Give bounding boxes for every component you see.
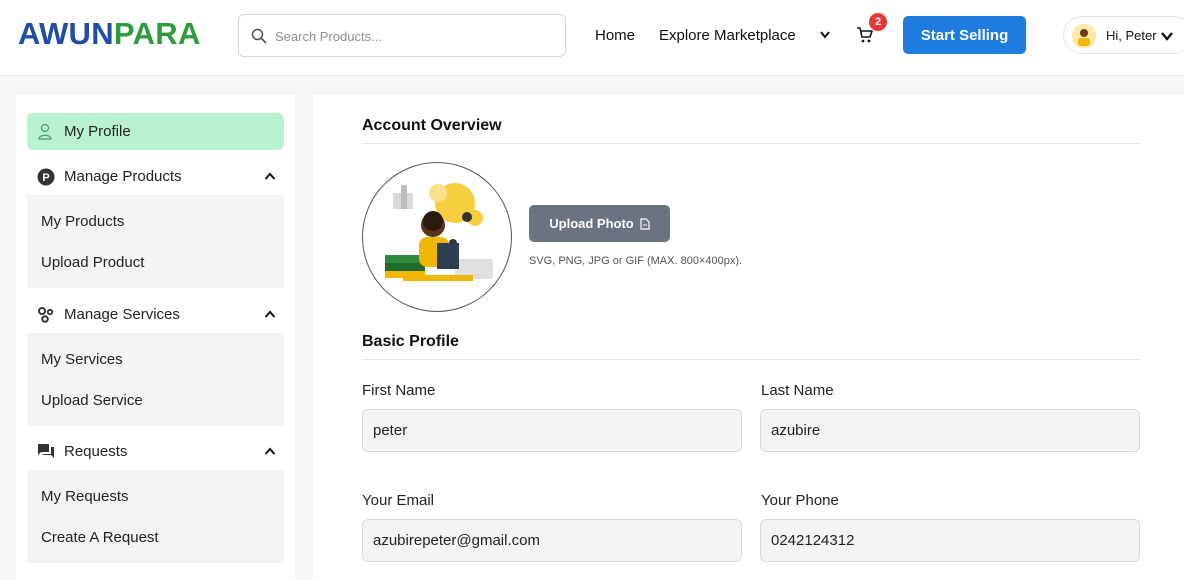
phone-label: Your Phone <box>761 492 839 509</box>
chat-icon <box>38 444 54 458</box>
profile-illustration <box>385 183 493 281</box>
sidebar-item-my-services[interactable]: My Services <box>41 351 123 368</box>
svg-text:P: P <box>42 172 49 184</box>
account-overview-heading: Account Overview <box>362 117 502 134</box>
last-name-label: Last Name <box>761 382 834 399</box>
upload-photo-button[interactable]: Upload Photo <box>529 205 670 242</box>
manage-products-submenu: My Products Upload Product <box>27 195 284 288</box>
phone-field[interactable] <box>760 519 1140 562</box>
gears-icon <box>38 307 54 323</box>
main-content: Account Overview Upload Photo SVG, PNG, … <box>313 95 1184 580</box>
divider <box>362 359 1140 360</box>
sidebar-item-my-requests[interactable]: My Requests <box>41 488 129 505</box>
top-header: AWUNPARA Home Explore Marketplace 2 Star… <box>0 0 1184 76</box>
chevron-up-icon <box>264 172 276 180</box>
first-name-field[interactable] <box>362 409 742 452</box>
sidebar-item-upload-product[interactable]: Upload Product <box>41 254 144 271</box>
upload-photo-label: Upload Photo <box>549 216 634 231</box>
chevron-down-icon <box>1161 32 1173 41</box>
p-circle-icon: P <box>37 168 55 186</box>
upload-hint-text: SVG, PNG, JPG or GIF (MAX. 800×400px). <box>529 255 743 267</box>
basic-profile-heading: Basic Profile <box>362 333 459 350</box>
user-menu[interactable]: Hi, Peter <box>1063 16 1184 54</box>
chevron-up-icon <box>264 447 276 455</box>
sidebar-item-label: Requests <box>64 443 128 460</box>
sidebar-item-my-profile[interactable]: My Profile <box>27 113 284 150</box>
sidebar-item-create-request[interactable]: Create A Request <box>41 529 159 546</box>
search-box[interactable] <box>238 14 566 57</box>
profile-photo <box>362 162 512 312</box>
manage-services-submenu: My Services Upload Service <box>27 333 284 426</box>
email-label: Your Email <box>362 492 434 509</box>
sidebar-item-manage-products[interactable]: P Manage Products <box>27 158 284 195</box>
divider <box>362 143 1140 144</box>
requests-submenu: My Requests Create A Request <box>27 470 284 563</box>
sidebar-item-label: My Profile <box>64 123 131 140</box>
sidebar-item-label: Manage Services <box>64 306 180 323</box>
sidebar-item-requests[interactable]: Requests <box>27 433 284 470</box>
logo-part-2: PARA <box>113 16 201 51</box>
logo[interactable]: AWUNPARA <box>18 16 201 52</box>
sidebar-item-manage-services[interactable]: Manage Services <box>27 296 284 333</box>
last-name-field[interactable] <box>760 409 1140 452</box>
search-input[interactable] <box>275 25 555 47</box>
nav-explore-marketplace[interactable]: Explore Marketplace <box>659 27 796 44</box>
sidebar: My Profile P Manage Products My Products… <box>16 95 295 580</box>
file-icon <box>640 218 650 230</box>
chevron-down-icon[interactable] <box>818 29 832 41</box>
first-name-label: First Name <box>362 382 436 399</box>
user-icon <box>38 123 52 140</box>
sidebar-item-label: Manage Products <box>64 168 182 185</box>
logo-part-1: AWUN <box>18 16 114 51</box>
sidebar-item-my-products[interactable]: My Products <box>41 213 124 230</box>
chevron-up-icon <box>264 310 276 318</box>
email-field[interactable] <box>362 519 742 562</box>
cart-count-badge: 2 <box>869 13 887 31</box>
start-selling-button[interactable]: Start Selling <box>903 16 1026 54</box>
user-avatar <box>1072 24 1096 48</box>
search-icon <box>251 28 267 44</box>
nav-home-link[interactable]: Home <box>595 27 635 44</box>
user-greeting: Hi, Peter <box>1106 28 1157 43</box>
sidebar-item-upload-service[interactable]: Upload Service <box>41 392 143 409</box>
